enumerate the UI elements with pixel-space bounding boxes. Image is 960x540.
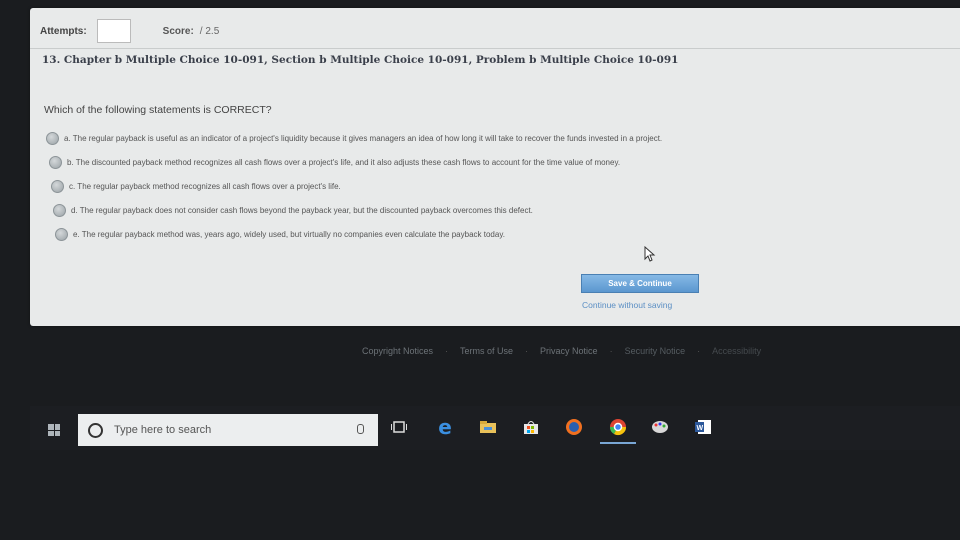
continue-without-saving-link[interactable]: Continue without saving [582,300,672,310]
windows-start-icon[interactable] [48,424,60,436]
microphone-icon[interactable] [357,424,364,434]
score-value: / 2.5 [199,25,220,37]
attempts-label: Attempts: [40,25,87,37]
footer-link-privacy[interactable]: Privacy Notice [540,346,598,356]
footer-link-copyright[interactable]: Copyright Notices [362,346,433,356]
radio-button[interactable] [51,179,64,193]
attempts-box [96,19,131,43]
radio-button[interactable] [53,203,66,217]
option-d[interactable]: d. The regular payback does not consider… [53,198,662,222]
word-icon[interactable]: W [692,416,714,438]
separator: · [609,346,613,356]
problem-title: 13. Chapter b Multiple Choice 10-091, Se… [42,54,679,66]
search-placeholder: Type here to search [114,424,212,436]
question-panel: Attempts: Score: / 2.5 13. Chapter b Mul… [30,8,960,326]
option-label: c. The regular payback method recognizes… [69,181,341,191]
option-e[interactable]: e. The regular payback method was, years… [55,222,662,246]
answer-options: a. The regular payback is useful as an i… [46,126,662,246]
footer-link-terms[interactable]: Terms of Use [460,346,513,356]
score-label: Score: [162,25,194,37]
paint-icon[interactable] [649,416,671,438]
separator: · [697,346,701,356]
footer-links: Copyright Notices · Terms of Use · Priva… [362,346,761,356]
firefox-icon[interactable] [563,416,585,438]
svg-text:W: W [697,425,704,432]
save-continue-button[interactable]: Save & Continue [581,274,699,293]
radio-button[interactable] [55,227,68,241]
store-icon[interactable] [520,416,542,438]
option-a[interactable]: a. The regular payback is useful as an i… [46,126,662,150]
active-app-indicator [600,442,636,444]
option-c[interactable]: c. The regular payback method recognizes… [51,174,662,198]
file-explorer-icon[interactable] [477,416,499,438]
mouse-cursor-icon [644,246,656,262]
cortana-icon [88,422,103,438]
taskbar: Type here to search e W [30,406,960,450]
option-label: d. The regular payback does not consider… [71,205,533,215]
option-label: b. The discounted payback method recogni… [67,157,621,167]
footer-link-accessibility[interactable]: Accessibility [712,346,761,356]
divider [30,48,960,49]
separator: · [445,346,449,356]
footer-link-security[interactable]: Security Notice [625,346,686,356]
option-b[interactable]: b. The discounted payback method recogni… [49,150,662,174]
attempts-row: Attempts: Score: / 2.5 [40,18,219,44]
task-view-icon[interactable] [388,416,410,438]
chrome-icon[interactable] [607,416,629,438]
question-text: Which of the following statements is COR… [44,104,272,116]
separator: · [525,346,529,356]
radio-button[interactable] [46,131,59,145]
option-label: e. The regular payback method was, years… [73,229,505,239]
edge-icon[interactable]: e [434,415,456,439]
taskbar-search-box[interactable]: Type here to search [78,414,378,446]
option-label: a. The regular payback is useful as an i… [64,133,663,143]
radio-button[interactable] [49,155,62,169]
